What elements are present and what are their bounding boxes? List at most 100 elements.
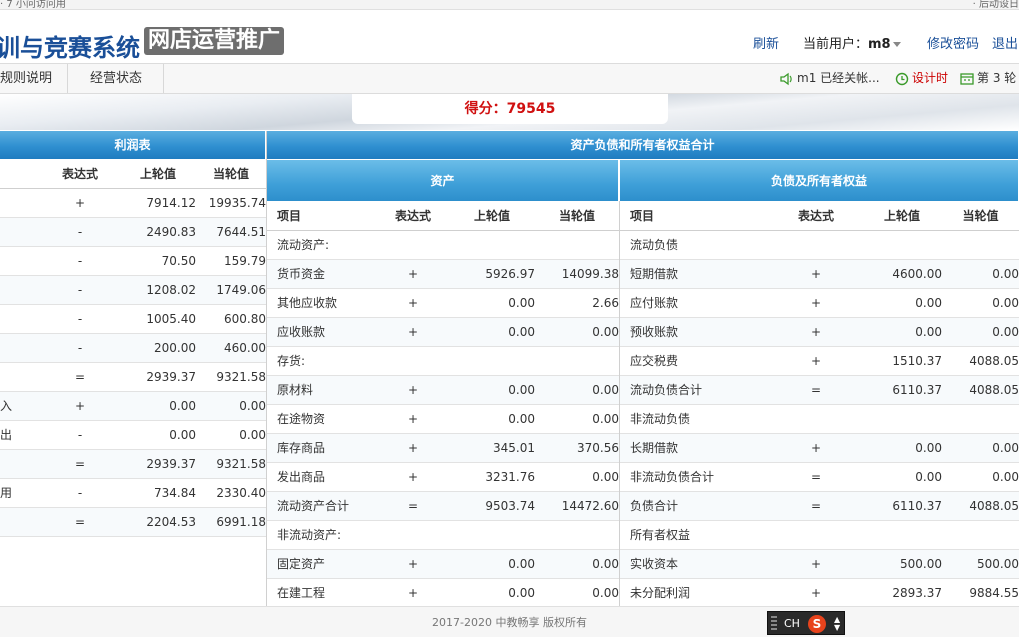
table-row: 流动负债合计 = 6110.37 4088.05 — [620, 375, 1019, 405]
row-expression: + — [377, 462, 449, 492]
ime-language[interactable]: CH — [784, 612, 800, 636]
row-item: 应收账款 — [267, 317, 377, 347]
row-expression: + — [770, 433, 862, 463]
table-row: 短期借款 +4600.00 0.00 — [620, 259, 1019, 289]
row-prev-value: 2204.53 — [120, 507, 196, 537]
row-prev-value: 0.00 — [120, 420, 196, 450]
row-prev-value: 7914.12 — [120, 188, 196, 218]
assets-header-row: 项目 表达式 上轮值 当轮值 — [267, 201, 619, 231]
table-row: 应交税费 +1510.37 4088.05 — [620, 346, 1019, 376]
row-prev-value — [449, 346, 535, 376]
row-item: 应付账款 — [620, 288, 770, 318]
row-prev-value: 0.00 — [862, 462, 942, 492]
income-col-item — [0, 159, 40, 189]
row-curr-value: 159.79 — [196, 246, 266, 276]
notice-status[interactable]: m1 已经关帐... — [780, 64, 880, 93]
table-row: 出 -0.00 0.00 — [0, 420, 266, 450]
grip-handle-icon[interactable] — [771, 616, 777, 632]
row-item: 库存商品 — [267, 433, 377, 463]
row-expression — [770, 404, 862, 434]
row-item: 存货: — [267, 346, 377, 376]
row-curr-value: 0.00 — [535, 549, 619, 579]
liabilities-title: 负债及所有者权益 — [620, 159, 1019, 201]
ime-menu-icon[interactable]: ▲ ▼ — [834, 616, 840, 632]
row-curr-value — [535, 230, 619, 260]
row-expression: + — [770, 317, 862, 347]
row-expression: + — [377, 549, 449, 579]
row-item: 发出商品 — [267, 462, 377, 492]
row-prev-value: 0.00 — [449, 578, 535, 608]
round-status: 第 3 轮 — [960, 64, 1016, 93]
row-expression: + — [377, 288, 449, 318]
row-item — [0, 333, 40, 363]
ime-toolbar[interactable]: CH S ▲ ▼ — [767, 611, 845, 635]
row-expression: = — [40, 507, 120, 537]
table-row: -70.50 159.79 — [0, 246, 266, 276]
refresh-link[interactable]: 刷新 — [753, 33, 779, 52]
row-prev-value: 1510.37 — [862, 346, 942, 376]
row-curr-value — [942, 230, 1019, 260]
balance-sheet-title: 资产负债和所有者权益合计 — [267, 131, 1019, 159]
ime-logo-icon[interactable]: S — [808, 615, 826, 633]
row-item: 流动负债 — [620, 230, 770, 260]
row-curr-value: 4088.05 — [942, 375, 1019, 405]
logout-link[interactable]: 退出 — [992, 33, 1018, 52]
row-item — [0, 188, 40, 218]
row-item: 货币资金 — [267, 259, 377, 289]
table-row: 非流动资产: — [267, 520, 619, 550]
table-row: 原材料 +0.00 0.00 — [267, 375, 619, 405]
row-item: 流动资产: — [267, 230, 377, 260]
row-prev-value: 0.00 — [449, 404, 535, 434]
row-curr-value: 500.00 — [942, 549, 1019, 579]
notice-text: m1 已经关帐... — [797, 71, 880, 85]
liab-col-prev: 上轮值 — [862, 201, 942, 231]
tab-rules[interactable]: 规则说明 — [0, 64, 68, 93]
row-prev-value — [449, 520, 535, 550]
current-user-menu[interactable]: 当前用户：m8 — [803, 33, 901, 52]
row-curr-value: 9321.58 — [196, 362, 266, 392]
table-row: = 2939.37 9321.58 — [0, 362, 266, 392]
row-prev-value: 2490.83 — [120, 217, 196, 247]
row-item: 固定资产 — [267, 549, 377, 579]
row-expression: = — [770, 375, 862, 405]
browser-top-strip: · 7 小问访问用 · 后动设日 — [0, 0, 1019, 10]
row-prev-value: 9503.74 — [449, 491, 535, 521]
row-curr-value: 2330.40 — [196, 478, 266, 508]
row-expression: = — [40, 362, 120, 392]
current-user-label: 当前用户： — [803, 37, 869, 52]
table-row: 用 -734.84 2330.40 — [0, 478, 266, 508]
row-expression: = — [770, 491, 862, 521]
row-expression: + — [40, 188, 120, 218]
row-curr-value — [535, 520, 619, 550]
row-curr-value: 0.00 — [942, 317, 1019, 347]
row-prev-value: 6110.37 — [862, 375, 942, 405]
row-prev-value: 200.00 — [120, 333, 196, 363]
row-item: 其他应收款 — [267, 288, 377, 318]
table-row: -2490.83 7644.51 — [0, 217, 266, 247]
row-curr-value: 0.00 — [942, 433, 1019, 463]
row-expression — [770, 230, 862, 260]
row-curr-value: 14472.60 — [535, 491, 619, 521]
income-col-curr: 当轮值 — [196, 159, 266, 189]
row-prev-value: 0.00 — [449, 317, 535, 347]
row-prev-value: 6110.37 — [862, 491, 942, 521]
row-expression — [770, 520, 862, 550]
table-row: 未分配利润 +2893.37 9884.55 — [620, 578, 1019, 608]
copyright-text: 2017-2020 中教畅享 版权所有 — [432, 616, 587, 629]
change-password-link[interactable]: 修改密码 — [927, 33, 979, 52]
row-expression: + — [377, 259, 449, 289]
row-prev-value — [862, 520, 942, 550]
assets-col-prev: 上轮值 — [449, 201, 535, 231]
table-row: +7914.12 19935.74 — [0, 188, 266, 218]
tab-business-status[interactable]: 经营状态 — [69, 64, 164, 93]
row-item — [0, 275, 40, 305]
assets-table: 项目 表达式 上轮值 当轮值 流动资产: 货币资金 +5926.97 14099.38… — [267, 201, 619, 608]
table-row: = 2204.53 6991.18 — [0, 507, 266, 537]
current-user-name: m8 — [868, 37, 891, 52]
row-curr-value: 4088.05 — [942, 346, 1019, 376]
row-item: 入 — [0, 391, 40, 421]
row-expression — [377, 230, 449, 260]
row-curr-value: 4088.05 — [942, 491, 1019, 521]
chevron-down-icon — [892, 42, 901, 47]
row-curr-value: 0.00 — [942, 259, 1019, 289]
